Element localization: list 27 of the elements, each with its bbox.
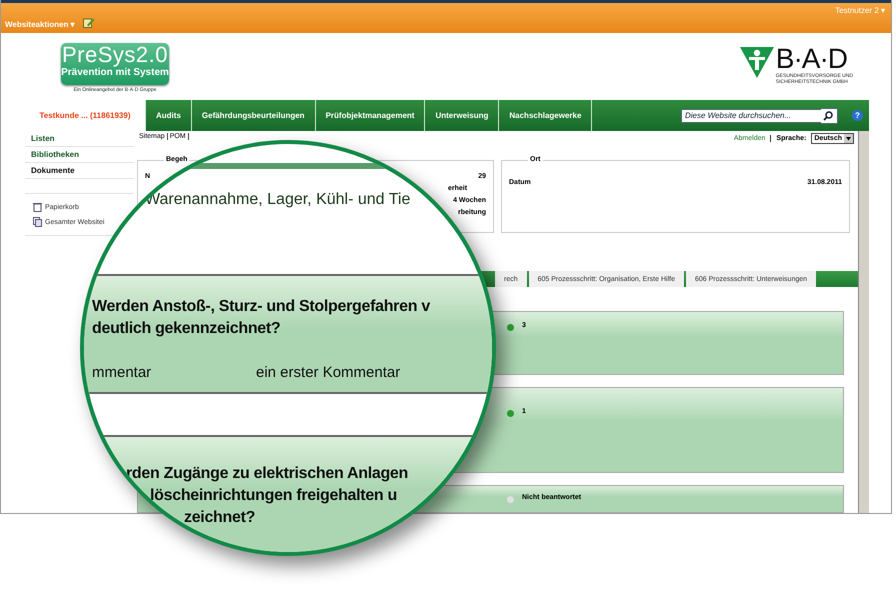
customer-name[interactable]: Testkunde ... (11861939) xyxy=(25,100,145,131)
brand-name: B·A·D xyxy=(776,45,847,73)
recycle-bin-icon[interactable] xyxy=(33,202,42,212)
zoomed-question-text: Werden Anstoß-, Sturz- und Stolpergefahren v xyxy=(92,297,432,317)
sidebar-item[interactable]: Listen xyxy=(31,134,55,143)
logo-subtitle: Prävention mit System xyxy=(61,67,169,78)
nav-tab[interactable]: Unterweisung xyxy=(425,100,500,131)
nav-tab[interactable]: Audits xyxy=(145,100,192,131)
zoomed-question-text: zeichnet? xyxy=(183,508,256,528)
zoomed-comment: ein erster Kommentar xyxy=(256,364,400,381)
scrollbar[interactable] xyxy=(858,131,869,513)
sidebar-item[interactable]: Bibliotheken xyxy=(31,150,80,159)
zoomed-question-text: löscheinrichtungen freigehalten u xyxy=(149,486,398,506)
zoomed-question-text: deutlich gekennzeichnet? xyxy=(92,319,282,339)
pages-icon[interactable] xyxy=(33,217,42,227)
nav-tab[interactable]: Nachschlagewerke xyxy=(499,100,592,131)
help-button[interactable]: ? xyxy=(852,110,863,121)
nav-tab[interactable]: Gefährdungsbeurteilungen xyxy=(192,100,316,131)
zoomed-question-text: rden Zugänge zu elektrischen Anlagen xyxy=(125,464,409,484)
nav-tab[interactable]: Prüfobjektmanagement xyxy=(316,100,426,131)
triangle-figure-logo-icon xyxy=(740,45,774,79)
dropdown-arrow-icon xyxy=(844,134,853,143)
edit-page-icon[interactable] xyxy=(82,17,95,28)
zoomed-heading: Warenannahme, Lager, Kühl- und Tie xyxy=(145,191,410,208)
logo-title: PreSys2.0 xyxy=(62,43,168,67)
sidebar-item[interactable]: Dokumente xyxy=(31,166,75,175)
zoomed-comment-label: mmentar xyxy=(92,364,152,381)
